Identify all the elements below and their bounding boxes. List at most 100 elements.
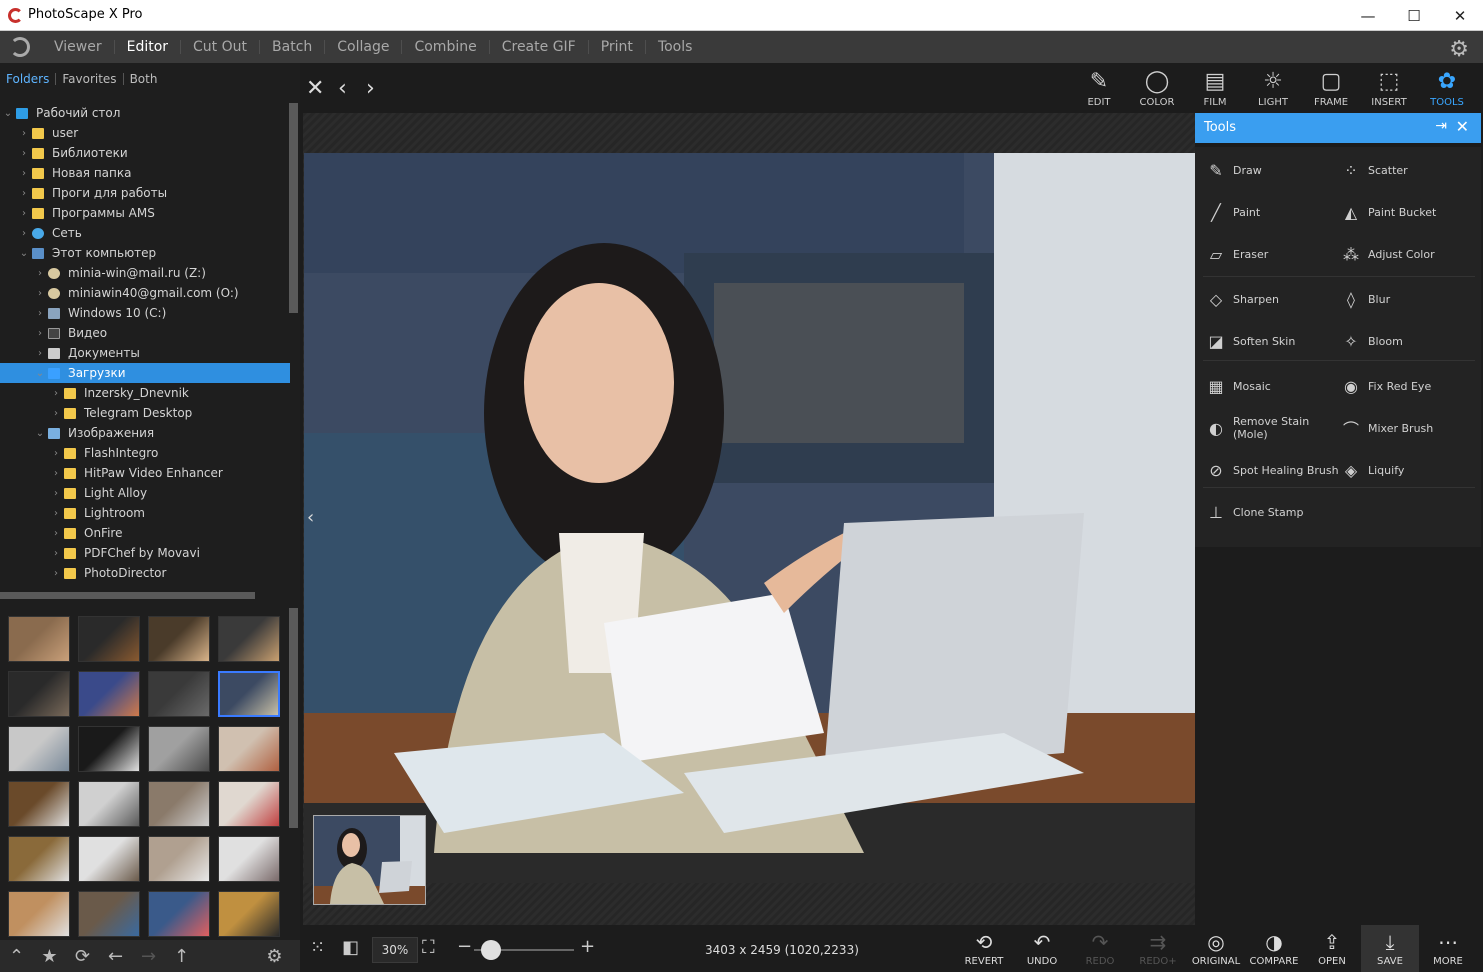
tool-mosaic[interactable]: ▦ Mosaic (1205, 370, 1270, 402)
maximize-button[interactable]: ☐ (1391, 0, 1437, 31)
tool-clone-stamp[interactable]: ⊥ Clone Stamp (1205, 496, 1303, 528)
tree-item[interactable]: › Lightroom (0, 503, 290, 523)
split-view-icon[interactable]: ◧ (342, 937, 359, 958)
tree-item[interactable]: › user (0, 123, 290, 143)
menu-item-print[interactable]: Print (589, 40, 646, 54)
tree-item[interactable]: ⌄ Этот компьютер (0, 243, 290, 263)
image-thumbnail[interactable] (218, 891, 280, 937)
tool-adjust-color[interactable]: ⁂ Adjust Color (1340, 238, 1435, 270)
editor-tab-light[interactable]: ☼ LIGHT (1244, 63, 1302, 113)
minimize-button[interactable]: — (1345, 0, 1391, 31)
tree-expander-icon[interactable]: › (32, 308, 48, 319)
image-thumbnail[interactable] (8, 726, 70, 772)
editor-tab-film[interactable]: ▤ FILM (1186, 63, 1244, 113)
tool-scatter[interactable]: ⁘ Scatter (1340, 154, 1407, 186)
tool-soften-skin[interactable]: ◪ Soften Skin (1205, 325, 1295, 357)
pin-icon[interactable]: ⇥ (1435, 118, 1447, 134)
home-icon[interactable] (10, 37, 30, 57)
image-thumbnail[interactable] (148, 836, 210, 882)
tool-liquify[interactable]: ◈ Liquify (1340, 454, 1405, 486)
close-window-button[interactable]: ✕ (1437, 0, 1483, 31)
tree-horizontal-scrollbar[interactable] (0, 592, 255, 599)
image-thumbnail[interactable] (218, 616, 280, 662)
tree-item[interactable]: ⌄ Изображения (0, 423, 290, 443)
tree-item[interactable]: › Сеть (0, 223, 290, 243)
image-thumbnail[interactable] (8, 891, 70, 937)
tree-item[interactable]: › FlashIntegro (0, 443, 290, 463)
tool-blur[interactable]: ◊ Blur (1340, 283, 1390, 315)
tree-item[interactable]: › Light Alloy (0, 483, 290, 503)
tree-item[interactable]: › Inzersky_Dnevnik (0, 383, 290, 403)
close-image-icon[interactable]: ✕ (306, 76, 324, 101)
tree-expander-icon[interactable]: › (32, 328, 48, 339)
tree-item[interactable]: ⌄ Загрузки (0, 363, 290, 383)
tree-expander-icon[interactable]: › (16, 148, 32, 159)
image-thumbnail[interactable] (148, 671, 210, 717)
tree-expander-icon[interactable]: › (32, 268, 48, 279)
image-thumbnail[interactable] (78, 781, 140, 827)
tree-expander-icon[interactable]: › (32, 288, 48, 299)
tree-expander-icon[interactable]: › (48, 548, 64, 559)
tree-item[interactable]: › OnFire (0, 523, 290, 543)
tool-bloom[interactable]: ✧ Bloom (1340, 325, 1402, 357)
image-thumbnail[interactable] (218, 781, 280, 827)
tree-item[interactable]: › Видео (0, 323, 290, 343)
arrow-up-icon[interactable]: ↑ (165, 946, 198, 967)
tool-fix-red-eye[interactable]: ◉ Fix Red Eye (1340, 370, 1431, 402)
close-icon[interactable]: ✕ (1456, 117, 1469, 136)
tree-expander-icon[interactable]: ⌄ (32, 368, 48, 379)
image-thumbnail[interactable] (148, 781, 210, 827)
image-thumbnail[interactable] (148, 616, 210, 662)
image-thumbnail[interactable] (78, 671, 140, 717)
tree-expander-icon[interactable]: › (48, 448, 64, 459)
menu-item-viewer[interactable]: Viewer (42, 40, 115, 54)
undo-button[interactable]: ↶ UNDO (1013, 925, 1071, 972)
editor-tab-frame[interactable]: ▢ FRAME (1302, 63, 1360, 113)
tab-both[interactable]: Both (124, 73, 164, 85)
original-button[interactable]: ◎ ORIGINAL (1187, 925, 1245, 972)
editor-tab-tools[interactable]: ✿ TOOLS (1418, 63, 1476, 113)
panel-collapse-arrow-icon[interactable]: ‹ (307, 507, 314, 528)
more-button[interactable]: ⋯ MORE (1419, 925, 1477, 972)
previous-image-icon[interactable]: ‹ (338, 76, 347, 101)
editor-tab-edit[interactable]: ✎ EDIT (1070, 63, 1128, 113)
tree-item[interactable]: › HitPaw Video Enhancer (0, 463, 290, 483)
menu-item-tools[interactable]: Tools (646, 40, 705, 54)
tree-item[interactable]: › Библиотеки (0, 143, 290, 163)
tree-item[interactable]: › minia-win@mail.ru (Z:) (0, 263, 290, 283)
menu-item-batch[interactable]: Batch (260, 40, 326, 54)
tree-expander-icon[interactable]: › (48, 388, 64, 399)
star-icon[interactable]: ★ (33, 946, 66, 967)
tree-item[interactable]: › Windows 10 (C:) (0, 303, 290, 323)
zoom-slider-handle[interactable] (481, 940, 501, 960)
menu-item-cut-out[interactable]: Cut Out (181, 40, 261, 54)
tree-expander-icon[interactable]: › (16, 208, 32, 219)
tree-expander-icon[interactable]: › (48, 508, 64, 519)
tree-expander-icon[interactable]: ⌄ (16, 248, 32, 259)
tree-vertical-scrollbar[interactable] (289, 103, 298, 313)
settings-gear-icon[interactable]: ⚙ (1449, 37, 1469, 62)
tree-expander-icon[interactable]: › (48, 568, 64, 579)
zoom-level-input[interactable]: 30% (372, 937, 418, 963)
tool-paint[interactable]: ╱ Paint (1205, 196, 1260, 228)
save-button[interactable]: ⤓ SAVE (1361, 925, 1419, 972)
revert-button[interactable]: ⟲ REVERT (955, 925, 1013, 972)
grid-icon[interactable]: ⁙ (310, 937, 325, 958)
tree-item[interactable]: › miniawin40@gmail.com (O:) (0, 283, 290, 303)
image-thumbnail[interactable] (78, 616, 140, 662)
gear-icon[interactable]: ⚙ (258, 946, 291, 967)
tree-expander-icon[interactable]: › (16, 228, 32, 239)
tree-item[interactable]: › Проги для работы (0, 183, 290, 203)
image-thumbnail[interactable] (78, 891, 140, 937)
tab-folders[interactable]: Folders (0, 73, 57, 85)
image-thumbnail[interactable] (218, 726, 280, 772)
tree-expander-icon[interactable]: ⌄ (0, 108, 16, 119)
chevron-up-icon[interactable]: ⌃ (0, 946, 33, 967)
arrow-right-icon[interactable]: → (132, 946, 165, 967)
editor-tab-color[interactable]: ◯ COLOR (1128, 63, 1186, 113)
tool-paint-bucket[interactable]: ◭ Paint Bucket (1340, 196, 1437, 228)
image-thumbnail[interactable] (218, 671, 280, 717)
image-thumbnail[interactable] (148, 891, 210, 937)
tree-item[interactable]: › Новая папка (0, 163, 290, 183)
thumbnail-scrollbar[interactable] (289, 608, 298, 828)
